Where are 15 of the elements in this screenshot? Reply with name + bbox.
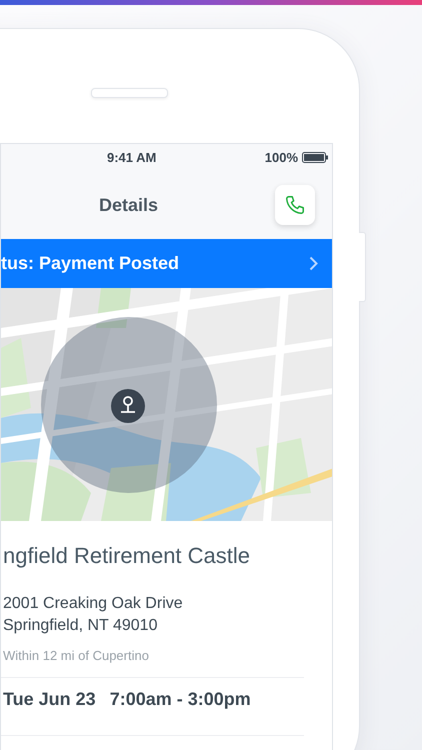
battery-icon [302, 152, 328, 163]
phone-icon [284, 194, 306, 216]
distance-text: Within 12 mi of Cupertino [3, 648, 150, 663]
place-name: ngfield Retirement Castle [3, 543, 252, 569]
status-time: 9:41 AM [107, 150, 156, 165]
status-banner[interactable]: tus: Payment Posted [1, 239, 332, 288]
call-button[interactable] [275, 185, 315, 225]
location-pin-icon[interactable] [111, 389, 145, 423]
address-line: 2001 Creaking Oak Drive [3, 594, 184, 614]
nav-title: Details [99, 194, 158, 216]
shift-hours: 7:00am - 3:00pm [110, 689, 251, 710]
battery-percent: 100% [264, 150, 298, 165]
address-line: Springfield, NT 49010 [3, 616, 158, 636]
chevron-icon [309, 256, 318, 271]
shift-date: Tue Jun 23 [3, 689, 96, 710]
